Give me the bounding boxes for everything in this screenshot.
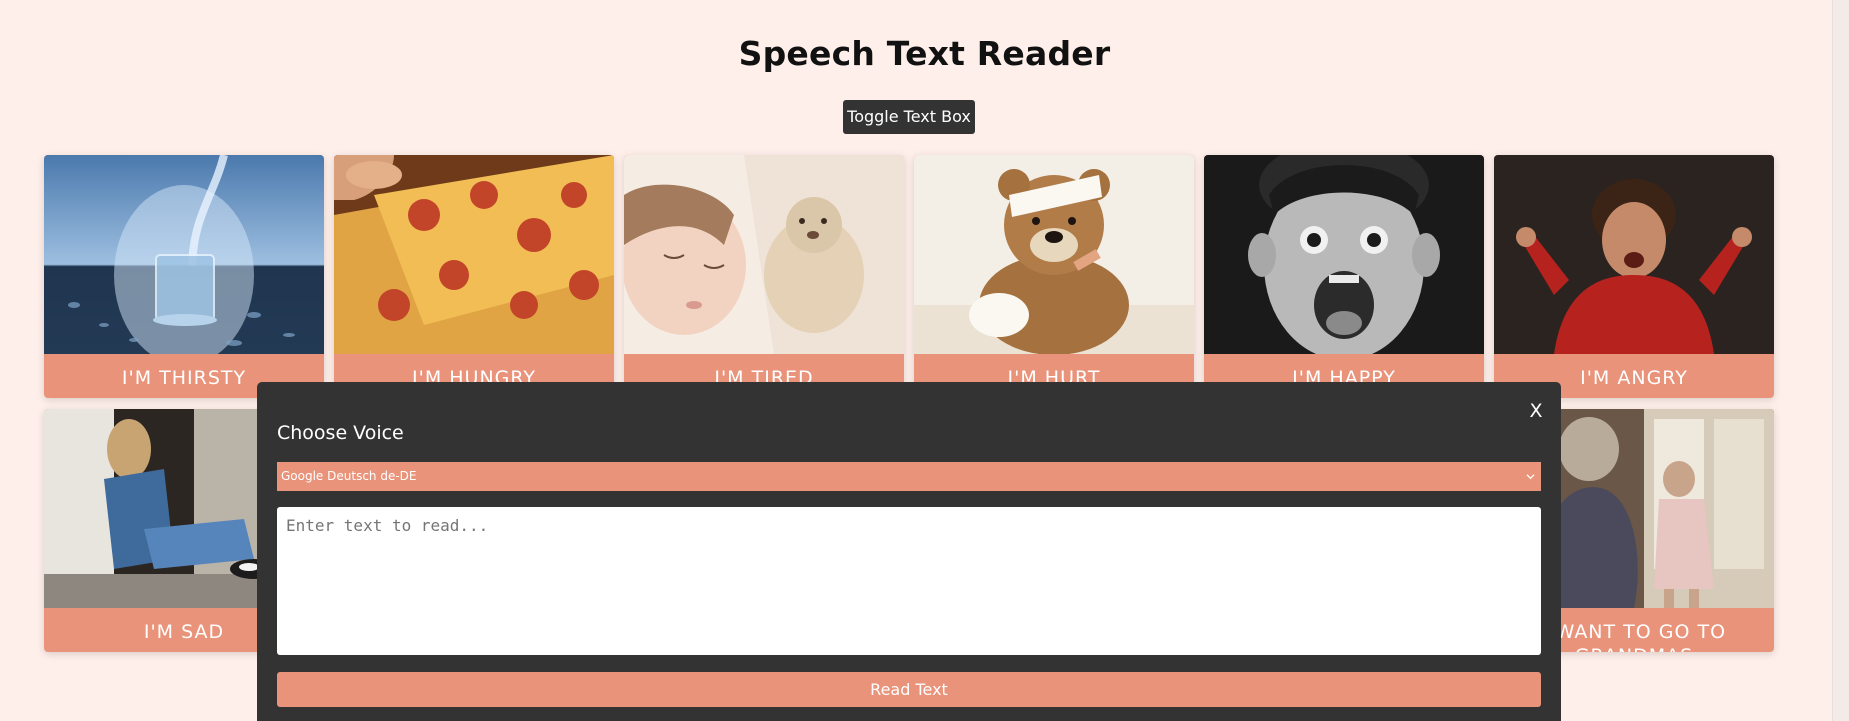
toggle-text-box-button[interactable]: Toggle Text Box [843, 100, 975, 134]
bandaged-teddy-bear-image [914, 155, 1194, 354]
card-hungry[interactable]: I'm Hungry [334, 155, 614, 398]
page-scrollbar[interactable] [1832, 0, 1849, 721]
excited-boy-image [1204, 155, 1484, 354]
voice-select-value: Google Deutsch de-DE [281, 469, 417, 483]
modal-title: Choose Voice [277, 422, 404, 444]
card-happy[interactable]: I'm Happy [1204, 155, 1484, 398]
pizza-slice-image [334, 155, 614, 354]
chevron-down-icon [1526, 462, 1535, 491]
card-thirsty[interactable]: I'm Thirsty [44, 155, 324, 398]
card-angry[interactable]: I'm Angry [1494, 155, 1774, 398]
page-title: Speech Text Reader [738, 34, 1111, 73]
sleeping-child-image [624, 155, 904, 354]
read-text-button[interactable]: Read Text [277, 672, 1541, 707]
text-input[interactable] [277, 507, 1541, 655]
voice-select[interactable]: Google Deutsch de-DE [277, 462, 1541, 491]
glass-of-water-image [44, 155, 324, 354]
close-button[interactable]: X [1527, 400, 1545, 422]
angry-child-image [1494, 155, 1774, 354]
text-box-modal: X Choose Voice Google Deutsch de-DE Read… [257, 382, 1561, 721]
card-tired[interactable]: I'm Tired [624, 155, 904, 398]
card-hurt[interactable]: I'm Hurt [914, 155, 1194, 398]
